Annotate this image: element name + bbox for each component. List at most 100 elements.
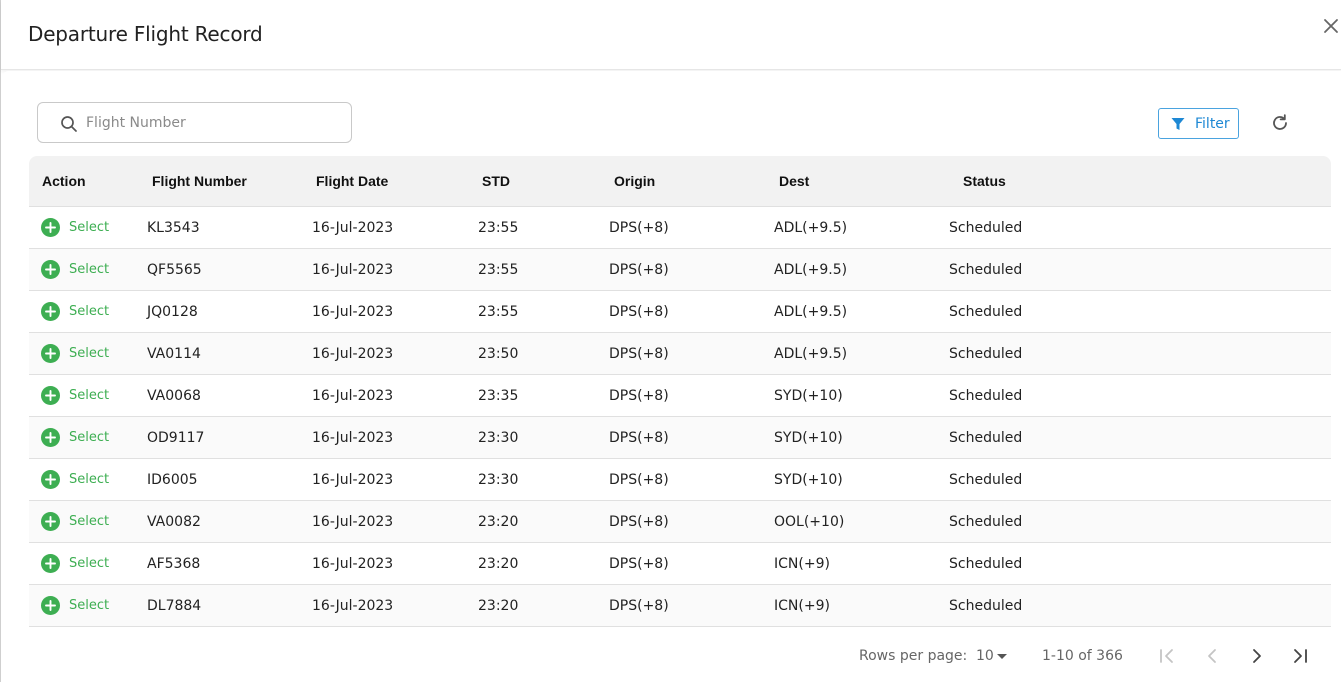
select-label: Select [69, 262, 110, 277]
column-header-origin[interactable]: Origin [614, 173, 655, 189]
cell-flight-date: 16-Jul-2023 [312, 598, 394, 614]
select-label: Select [69, 472, 110, 487]
cell-origin: DPS(+8) [609, 472, 669, 488]
pagination: Rows per page: 10 1-10 of 366 [1, 640, 1341, 672]
first-page-button[interactable] [1155, 644, 1179, 668]
search-icon [61, 116, 77, 132]
table-row: Select JQ0128 16-Jul-2023 23:55 DPS(+8) ADL(+… [29, 291, 1331, 333]
cell-flight-number: VA0068 [147, 388, 201, 404]
last-page-icon [1294, 649, 1307, 663]
cell-std: 23:55 [478, 262, 519, 278]
cell-dest: ADL(+9.5) [774, 262, 848, 278]
cell-std: 23:20 [478, 556, 519, 572]
cell-status: Scheduled [949, 220, 1023, 236]
cell-flight-date: 16-Jul-2023 [312, 388, 394, 404]
add-circle-icon [41, 554, 60, 573]
cell-dest: SYD(+10) [774, 388, 843, 404]
table-row: Select DL7884 16-Jul-2023 23:20 DPS(+8) ICN(+… [29, 585, 1331, 627]
rows-per-page-label: Rows per page: [859, 648, 968, 664]
rows-per-page-value: 10 [976, 648, 994, 664]
cell-flight-number: JQ0128 [147, 304, 198, 320]
select-label: Select [69, 556, 110, 571]
table-row: Select VA0114 16-Jul-2023 23:50 DPS(+8) ADL(+… [29, 333, 1331, 375]
cell-flight-date: 16-Jul-2023 [312, 514, 394, 530]
cell-std: 23:55 [478, 220, 519, 236]
flight-table: Action Flight Number Flight Date STD Ori… [29, 156, 1331, 627]
select-label: Select [69, 514, 110, 529]
search-input[interactable] [86, 103, 346, 142]
cell-flight-number: VA0082 [147, 514, 201, 530]
table-row: Select AF5368 16-Jul-2023 23:20 DPS(+8) ICN(+… [29, 543, 1331, 585]
cell-status: Scheduled [949, 430, 1023, 446]
cell-flight-number: QF5565 [147, 262, 202, 278]
refresh-icon [1273, 114, 1287, 130]
filter-button[interactable]: Filter [1158, 108, 1239, 139]
cell-std: 23:50 [478, 346, 519, 362]
cell-dest: SYD(+10) [774, 472, 843, 488]
close-button[interactable] [1319, 14, 1341, 38]
cell-dest: ADL(+9.5) [774, 346, 848, 362]
cell-flight-date: 16-Jul-2023 [312, 472, 394, 488]
first-page-icon [1160, 649, 1173, 663]
cell-status: Scheduled [949, 472, 1023, 488]
filter-label: Filter [1195, 116, 1230, 132]
cell-std: 23:30 [478, 430, 519, 446]
previous-page-button[interactable] [1200, 644, 1224, 668]
cell-origin: DPS(+8) [609, 598, 669, 614]
select-label: Select [69, 430, 110, 445]
search-box[interactable] [37, 102, 352, 143]
table-header: Action Flight Number Flight Date STD Ori… [29, 156, 1331, 207]
add-circle-icon [41, 428, 60, 447]
refresh-button[interactable] [1269, 112, 1291, 134]
add-circle-icon [41, 470, 60, 489]
last-page-button[interactable] [1288, 644, 1312, 668]
cell-flight-number: KL3543 [147, 220, 200, 236]
cell-dest: ICN(+9) [774, 598, 830, 614]
cell-flight-number: ID6005 [147, 472, 198, 488]
add-circle-icon [41, 596, 60, 615]
cell-dest: ICN(+9) [774, 556, 830, 572]
select-label: Select [69, 220, 110, 235]
chevron-left-icon [1208, 649, 1216, 663]
cell-flight-number: AF5368 [147, 556, 201, 572]
cell-status: Scheduled [949, 598, 1023, 614]
cell-dest: OOL(+10) [774, 514, 845, 530]
dialog-header: Departure Flight Record [1, 0, 1341, 70]
dialog-title: Departure Flight Record [28, 22, 263, 46]
table-body: Select KL3543 16-Jul-2023 23:55 DPS(+8) ADL(+… [29, 207, 1331, 627]
table-row: Select ID6005 16-Jul-2023 23:30 DPS(+8) SYD(+… [29, 459, 1331, 501]
add-circle-icon [41, 302, 60, 321]
cell-flight-date: 16-Jul-2023 [312, 556, 394, 572]
cell-status: Scheduled [949, 262, 1023, 278]
flight-record-dialog: Departure Flight Record Filter Action Fl… [0, 0, 1341, 682]
next-page-button[interactable] [1245, 644, 1269, 668]
add-circle-icon [41, 512, 60, 531]
cell-flight-date: 16-Jul-2023 [312, 262, 394, 278]
cell-dest: ADL(+9.5) [774, 220, 848, 236]
column-header-flight-number[interactable]: Flight Number [152, 173, 247, 189]
column-header-flight-date[interactable]: Flight Date [316, 173, 388, 189]
column-header-dest[interactable]: Dest [779, 173, 809, 189]
select-label: Select [69, 304, 110, 319]
cell-flight-number: DL7884 [147, 598, 202, 614]
column-header-status[interactable]: Status [963, 173, 1006, 189]
cell-dest: SYD(+10) [774, 430, 843, 446]
cell-flight-date: 16-Jul-2023 [312, 346, 394, 362]
cell-flight-date: 16-Jul-2023 [312, 430, 394, 446]
cell-origin: DPS(+8) [609, 556, 669, 572]
cell-status: Scheduled [949, 346, 1023, 362]
rows-per-page-select[interactable]: 10 [976, 646, 1012, 668]
chevron-right-icon [1253, 649, 1261, 663]
cell-origin: DPS(+8) [609, 430, 669, 446]
cell-origin: DPS(+8) [609, 514, 669, 530]
table-row: Select KL3543 16-Jul-2023 23:55 DPS(+8) ADL(+… [29, 207, 1331, 249]
cell-status: Scheduled [949, 556, 1023, 572]
table-row: Select VA0068 16-Jul-2023 23:35 DPS(+8) SYD(+… [29, 375, 1331, 417]
add-circle-icon [41, 344, 60, 363]
cell-dest: ADL(+9.5) [774, 304, 848, 320]
cell-std: 23:20 [478, 598, 519, 614]
cell-status: Scheduled [949, 388, 1023, 404]
caret-down-icon [997, 654, 1007, 659]
column-header-std[interactable]: STD [482, 173, 510, 189]
page-range-text: 1-10 of 366 [1042, 648, 1123, 664]
